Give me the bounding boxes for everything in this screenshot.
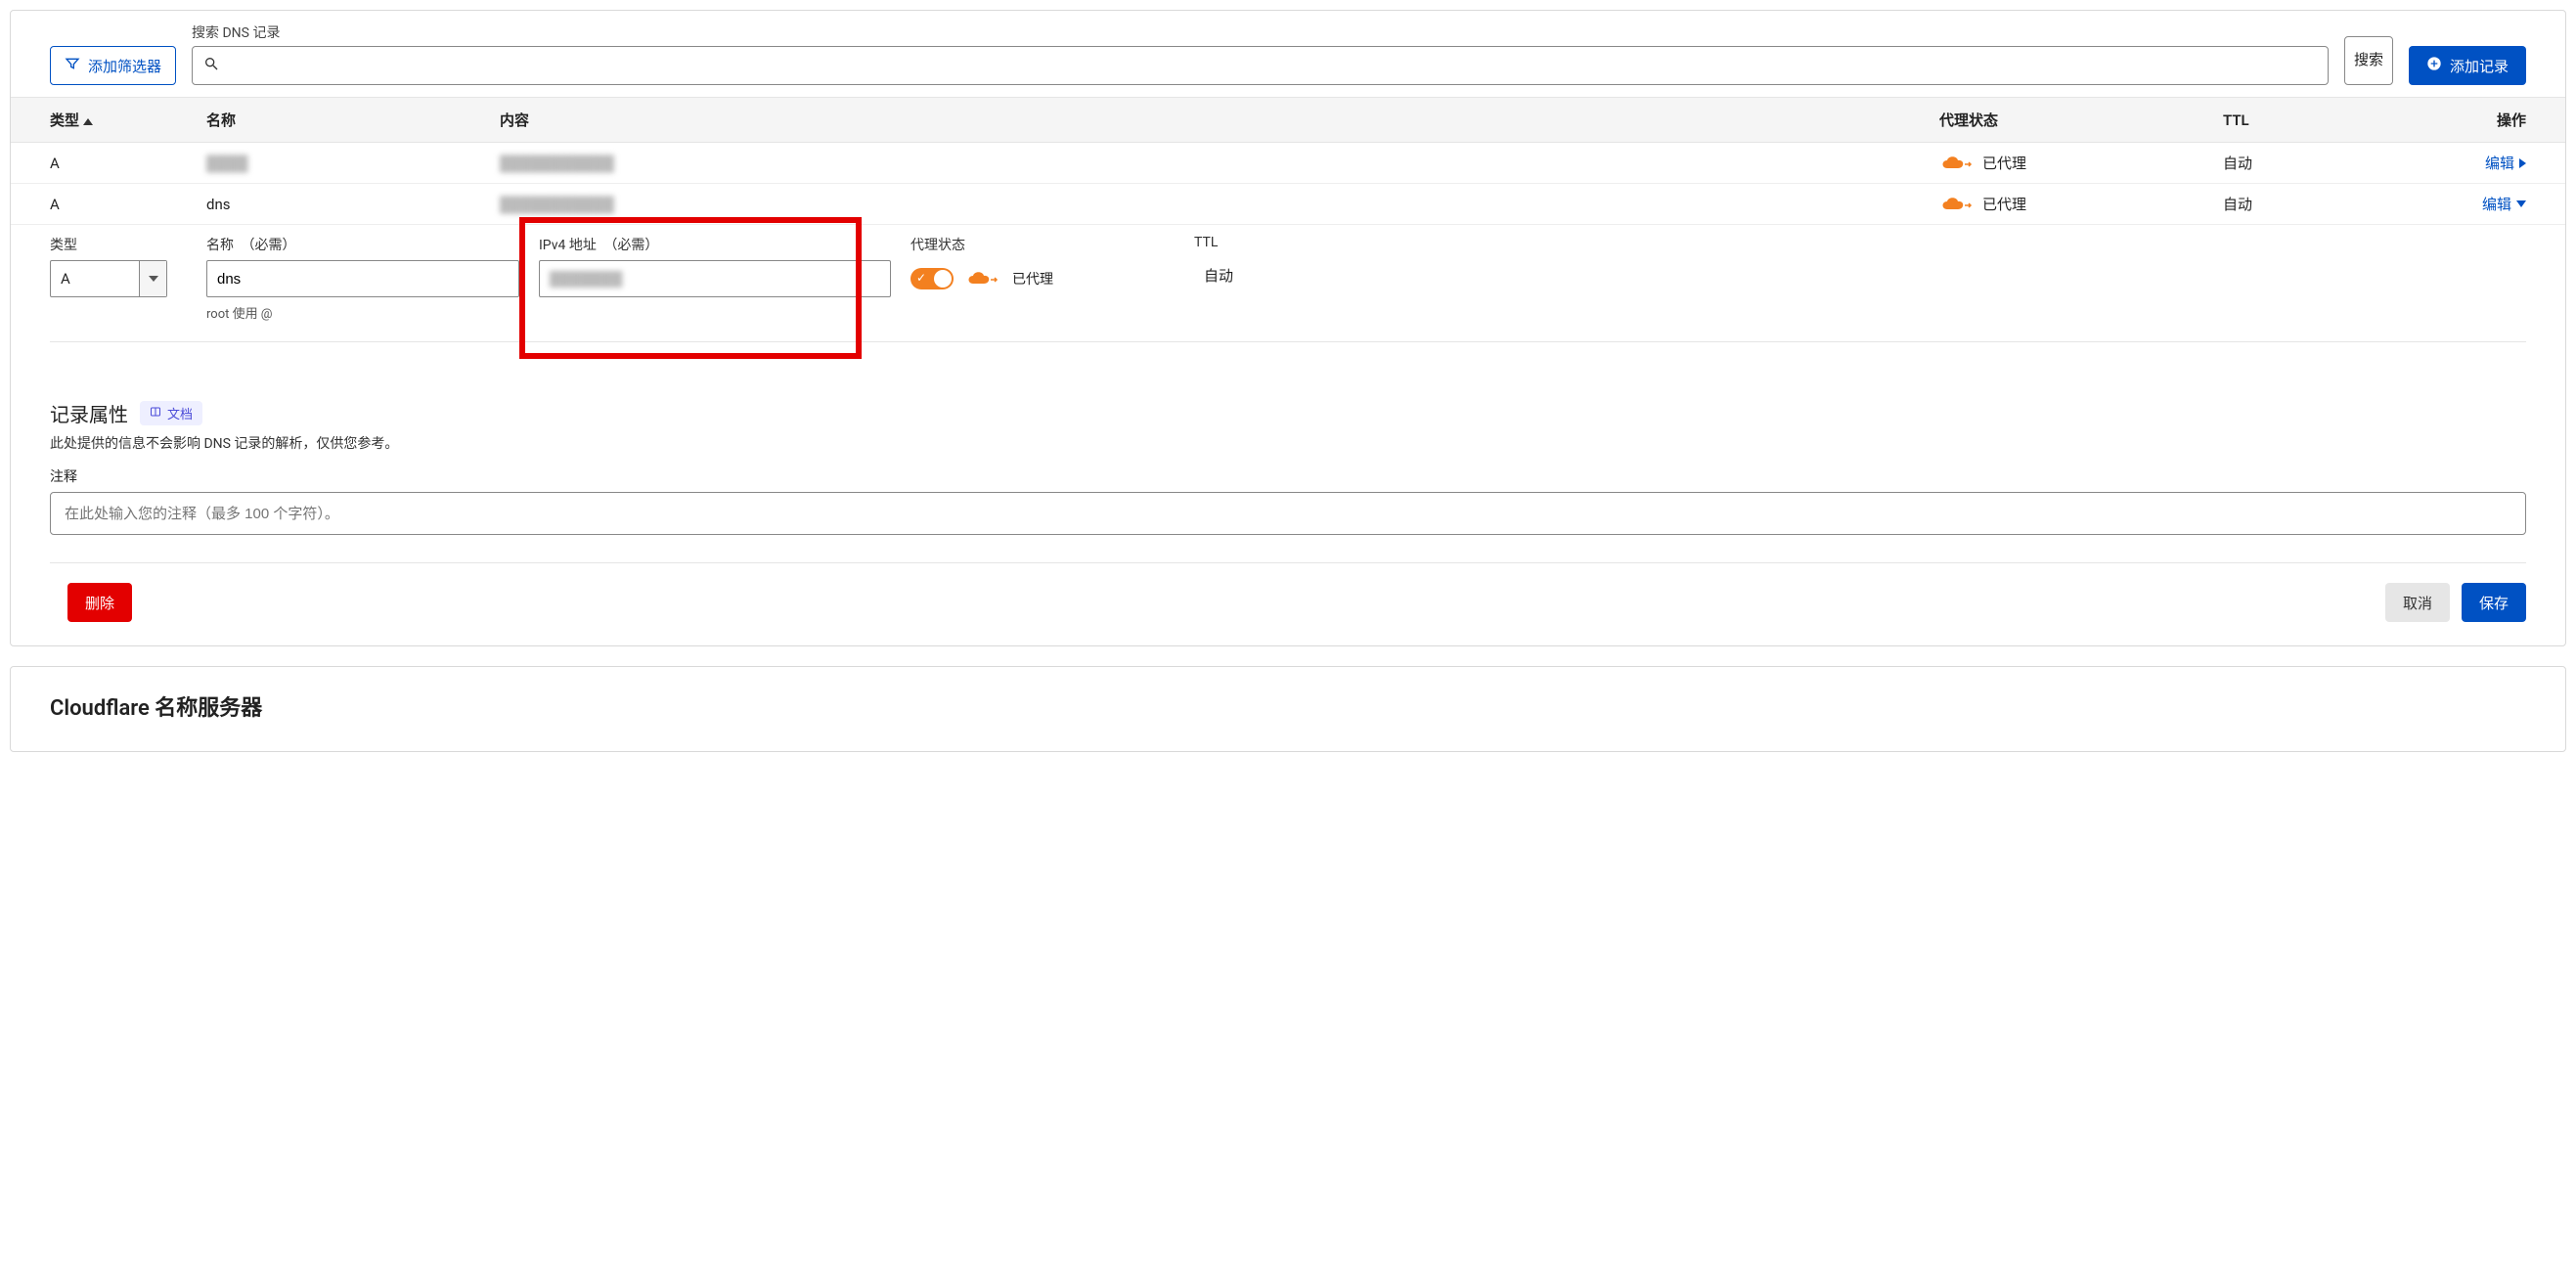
edit-button[interactable]: 编辑 bbox=[2485, 153, 2526, 173]
check-icon: ✓ bbox=[916, 271, 926, 285]
ipv4-input[interactable] bbox=[550, 271, 880, 288]
field-name: 名称 （必需） root 使用 @ bbox=[206, 235, 539, 322]
docs-label: 文档 bbox=[167, 404, 193, 422]
add-record-label: 添加记录 bbox=[2450, 56, 2509, 76]
ttl-label: TTL bbox=[1194, 235, 1419, 250]
cell-ttl: 自动 bbox=[2223, 194, 2448, 214]
col-header-ttl[interactable]: TTL bbox=[2223, 111, 2448, 129]
type-select[interactable]: A bbox=[50, 260, 167, 297]
col-header-proxy[interactable]: 代理状态 bbox=[1939, 110, 2223, 130]
cell-name: dns bbox=[206, 196, 500, 213]
action-bar: 删除 取消 保存 bbox=[11, 563, 2565, 645]
col-header-action: 操作 bbox=[2448, 110, 2526, 130]
record-attrs-header: 记录属性 文档 bbox=[50, 399, 2526, 427]
search-submit-button[interactable]: 搜索 bbox=[2344, 36, 2393, 85]
notes-block: 注释 bbox=[50, 466, 2526, 535]
name-input[interactable] bbox=[217, 271, 509, 288]
book-icon bbox=[150, 406, 161, 422]
cell-proxy: 已代理 bbox=[1939, 194, 2223, 214]
filter-icon bbox=[65, 56, 80, 75]
cell-content: ███████████ bbox=[500, 196, 1939, 213]
cell-proxy-text: 已代理 bbox=[1982, 194, 2026, 214]
nameservers-panel: Cloudflare 名称服务器 bbox=[10, 666, 2566, 752]
field-proxy: 代理状态 ✓ 已代理 bbox=[910, 235, 1194, 297]
field-ttl: TTL 自动 bbox=[1194, 235, 1419, 293]
record-attrs-desc: 此处提供的信息不会影响 DNS 记录的解析，仅供您参考。 bbox=[50, 433, 2526, 453]
search-label: 搜索 DNS 记录 bbox=[192, 22, 2329, 42]
add-record-button[interactable]: 添加记录 bbox=[2409, 46, 2526, 85]
table-header: 类型 名称 内容 代理状态 TTL 操作 bbox=[11, 97, 2565, 143]
cell-type: A bbox=[50, 155, 206, 172]
type-value: A bbox=[51, 261, 139, 296]
col-header-content[interactable]: 内容 bbox=[500, 110, 1939, 130]
search-icon bbox=[203, 56, 219, 75]
ttl-value: 自动 bbox=[1194, 256, 1419, 293]
add-filter-button[interactable]: 添加筛选器 bbox=[50, 46, 176, 85]
chevron-down-icon bbox=[139, 261, 166, 296]
type-label: 类型 bbox=[50, 235, 187, 254]
table-row: A dns ███████████ 已代理 自动 编辑 bbox=[11, 184, 2565, 225]
name-label: 名称 （必需） bbox=[206, 235, 519, 254]
cloud-proxied-icon bbox=[1939, 155, 1975, 172]
cloud-proxied-icon bbox=[1939, 196, 1975, 213]
proxy-status-text: 已代理 bbox=[1012, 269, 1053, 288]
cloud-proxied-icon bbox=[965, 270, 1000, 288]
add-filter-label: 添加筛选器 bbox=[88, 56, 161, 76]
cell-ttl: 自动 bbox=[2223, 153, 2448, 173]
docs-link[interactable]: 文档 bbox=[140, 401, 202, 425]
plus-circle-icon bbox=[2426, 56, 2442, 75]
search-input-wrap bbox=[192, 46, 2329, 85]
cell-name: ████ bbox=[206, 155, 500, 172]
save-button[interactable]: 保存 bbox=[2462, 583, 2526, 622]
proxy-toggle[interactable]: ✓ bbox=[910, 268, 954, 289]
delete-button[interactable]: 删除 bbox=[67, 583, 132, 622]
field-ipv4: IPv4 地址 （必需） bbox=[539, 235, 910, 297]
cancel-button[interactable]: 取消 bbox=[2385, 583, 2450, 622]
name-hint: root 使用 @ bbox=[206, 303, 519, 322]
notes-input[interactable] bbox=[50, 492, 2526, 535]
records-table: 类型 名称 内容 代理状态 TTL 操作 A ████ ███████████ … bbox=[11, 97, 2565, 645]
cell-content: ███████████ bbox=[500, 155, 1939, 172]
search-input[interactable] bbox=[192, 46, 2329, 85]
record-attrs-title: 记录属性 bbox=[50, 399, 128, 427]
dns-records-panel: 添加筛选器 搜索 DNS 记录 搜索 添加记录 类型 名称 bbox=[10, 10, 2566, 646]
cell-proxy: 已代理 bbox=[1939, 153, 2223, 173]
edit-button[interactable]: 编辑 bbox=[2482, 194, 2526, 214]
field-type: 类型 A bbox=[50, 235, 206, 297]
col-header-name[interactable]: 名称 bbox=[206, 110, 500, 130]
notes-label: 注释 bbox=[50, 466, 2526, 486]
toolbar: 添加筛选器 搜索 DNS 记录 搜索 添加记录 bbox=[11, 11, 2565, 97]
table-row: A ████ ███████████ 已代理 自动 编辑 bbox=[11, 143, 2565, 184]
search-block: 搜索 DNS 记录 bbox=[192, 22, 2329, 85]
ipv4-label: IPv4 地址 （必需） bbox=[539, 235, 891, 254]
cell-type: A bbox=[50, 196, 206, 213]
cell-proxy-text: 已代理 bbox=[1982, 153, 2026, 173]
record-editor: 类型 A 名称 （必需） root 使用 @ bbox=[11, 225, 2565, 381]
col-header-type[interactable]: 类型 bbox=[50, 110, 206, 130]
nameservers-title: Cloudflare 名称服务器 bbox=[50, 690, 2526, 722]
divider bbox=[50, 341, 2526, 342]
proxy-label: 代理状态 bbox=[910, 235, 1194, 254]
